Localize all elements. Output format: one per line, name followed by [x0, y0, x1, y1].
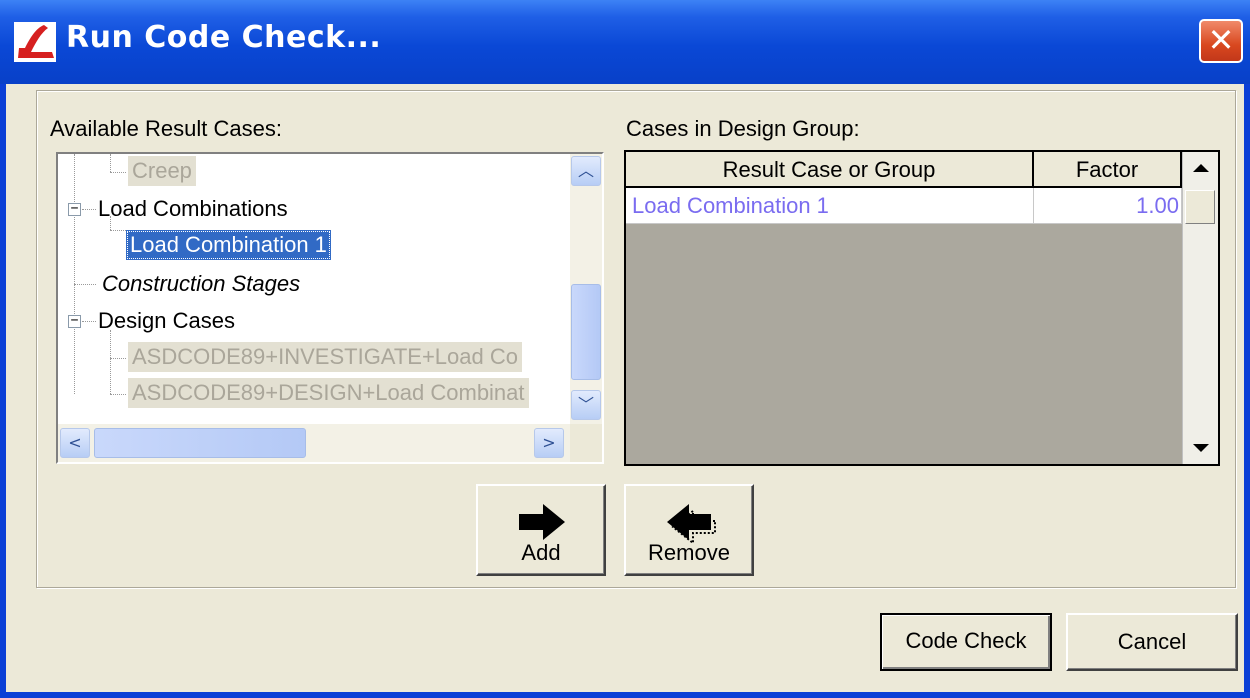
right-arrow-icon [519, 504, 565, 540]
tree-item-creep[interactable]: Creep [128, 156, 196, 186]
tree-vertical-scrollbar[interactable]: ︿ ﹀ [570, 154, 602, 424]
tree-item-design-cases[interactable]: Design Cases [98, 306, 235, 336]
remove-button[interactable]: Remove [624, 484, 754, 576]
grid-cell-factor[interactable]: 1.00 [1034, 188, 1182, 224]
tree-item-load-combination-1[interactable]: Load Combination 1 [126, 230, 331, 260]
tree-content: Creep − Load Combinations Load Combinati… [58, 154, 570, 424]
title-bar[interactable]: Run Code Check... ✕ [0, 0, 1250, 84]
grid-vertical-scrollbar[interactable] [1182, 152, 1218, 464]
close-icon: ✕ [1207, 21, 1235, 59]
horizontal-scroll-thumb[interactable] [94, 428, 306, 458]
code-check-button[interactable]: Code Check [880, 613, 1052, 671]
scroll-up-button[interactable]: ︿ [571, 156, 601, 186]
design-group-label: Cases in Design Group: [626, 116, 860, 141]
grid-cell-case[interactable]: Load Combination 1 [626, 188, 1034, 224]
close-button[interactable]: ✕ [1199, 19, 1243, 63]
remove-button-label: Remove [648, 540, 730, 565]
column-header-case[interactable]: Result Case or Group [626, 152, 1034, 188]
tree-item-load-combinations[interactable]: Load Combinations [98, 194, 288, 224]
design-group-grid[interactable]: Result Case or Group Factor Load Combina… [624, 150, 1220, 466]
tree-horizontal-scrollbar[interactable]: < > [58, 424, 570, 462]
add-button[interactable]: Add [476, 484, 606, 576]
available-cases-label: Available Result Cases: [50, 116, 282, 141]
chevron-right-icon: > [542, 433, 556, 452]
window-title: Run Code Check... [66, 20, 382, 55]
chevron-left-icon: < [68, 433, 82, 452]
dialog-window: Run Code Check... ✕ Available Result Cas… [0, 0, 1250, 698]
app-logo-icon [14, 22, 56, 62]
tree-item-asd-design[interactable]: ASDCODE89+DESIGN+Load Combinat [128, 378, 529, 408]
chevron-down-icon: ﹀ [577, 395, 594, 414]
collapse-icon[interactable]: − [68, 202, 81, 216]
scroll-right-button[interactable]: > [534, 428, 564, 458]
chevron-up-icon: ︿ [577, 161, 594, 180]
column-header-factor[interactable]: Factor [1034, 152, 1182, 188]
cancel-button[interactable]: Cancel [1066, 613, 1238, 671]
collapse-icon[interactable]: − [68, 314, 81, 328]
scroll-down-button[interactable]: ﹀ [571, 390, 601, 420]
scroll-thumb[interactable] [571, 284, 601, 380]
tree-item-asd-investigate[interactable]: ASDCODE89+INVESTIGATE+Load Co [128, 342, 522, 372]
scroll-corner [570, 424, 602, 462]
result-cases-tree[interactable]: Creep − Load Combinations Load Combinati… [56, 152, 604, 464]
scroll-left-button[interactable]: < [60, 428, 90, 458]
arrow-up-icon[interactable] [1193, 164, 1209, 172]
add-button-label: Add [521, 540, 561, 565]
arrow-down-icon[interactable] [1193, 444, 1209, 452]
grid-scroll-thumb[interactable] [1185, 190, 1215, 224]
tree-item-construction-stages[interactable]: Construction Stages [102, 269, 300, 299]
dialog-body: Available Result Cases: Cases in Design … [6, 84, 1244, 692]
